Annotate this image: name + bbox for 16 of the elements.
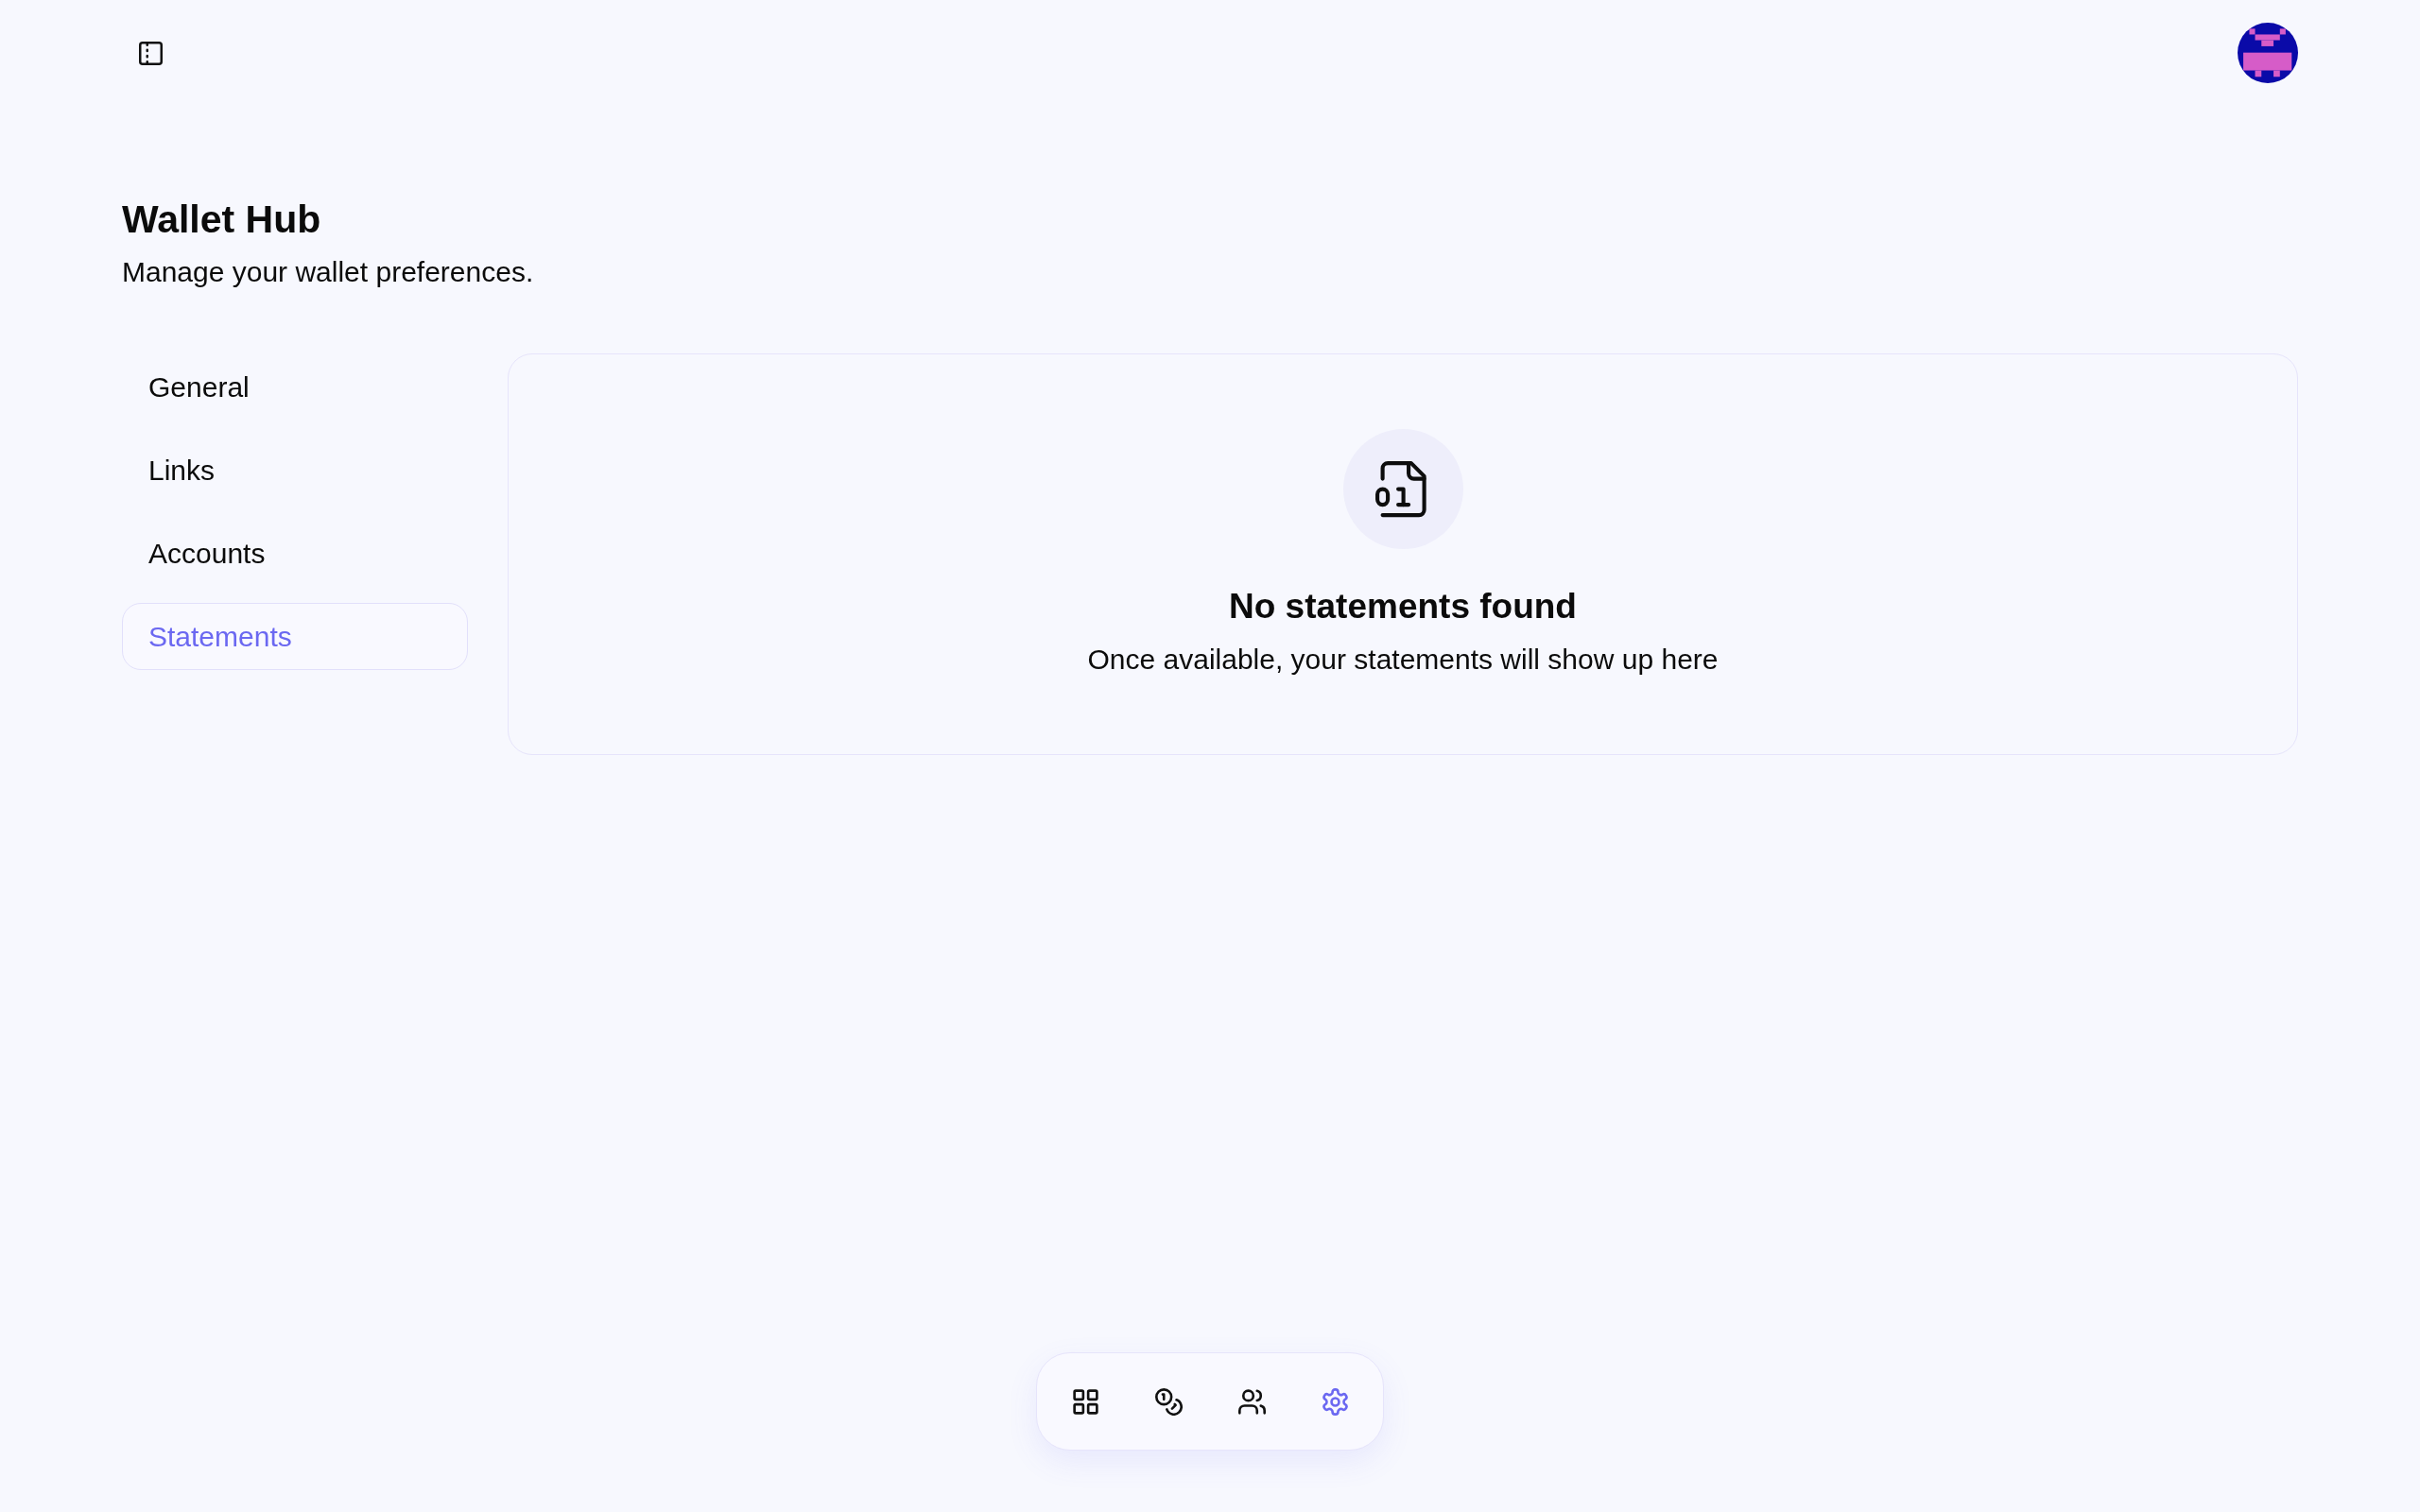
sidebar-toggle-button[interactable] xyxy=(139,41,163,65)
avatar-icon[interactable] xyxy=(2238,23,2298,83)
settings-nav-item[interactable]: Statements xyxy=(122,603,468,670)
users-icon xyxy=(1237,1387,1266,1416)
file-digits-icon xyxy=(1342,429,1463,549)
page-title: Wallet Hub xyxy=(122,197,322,242)
empty-state-title: No statements found xyxy=(1229,586,1577,627)
empty-state-message: Once available, your statements will show up here xyxy=(1087,643,1719,677)
coins-icon xyxy=(1154,1387,1183,1416)
grid-icon xyxy=(1071,1387,1099,1416)
settings-nav-item[interactable]: Accounts xyxy=(122,520,468,587)
settings-nav-item[interactable]: Links xyxy=(122,437,468,504)
settings-nav-item[interactable]: General xyxy=(122,353,468,421)
settings-icon xyxy=(1321,1387,1349,1416)
page-subtitle: Manage your wallet preferences. xyxy=(122,255,535,289)
panel-icon xyxy=(139,41,163,65)
